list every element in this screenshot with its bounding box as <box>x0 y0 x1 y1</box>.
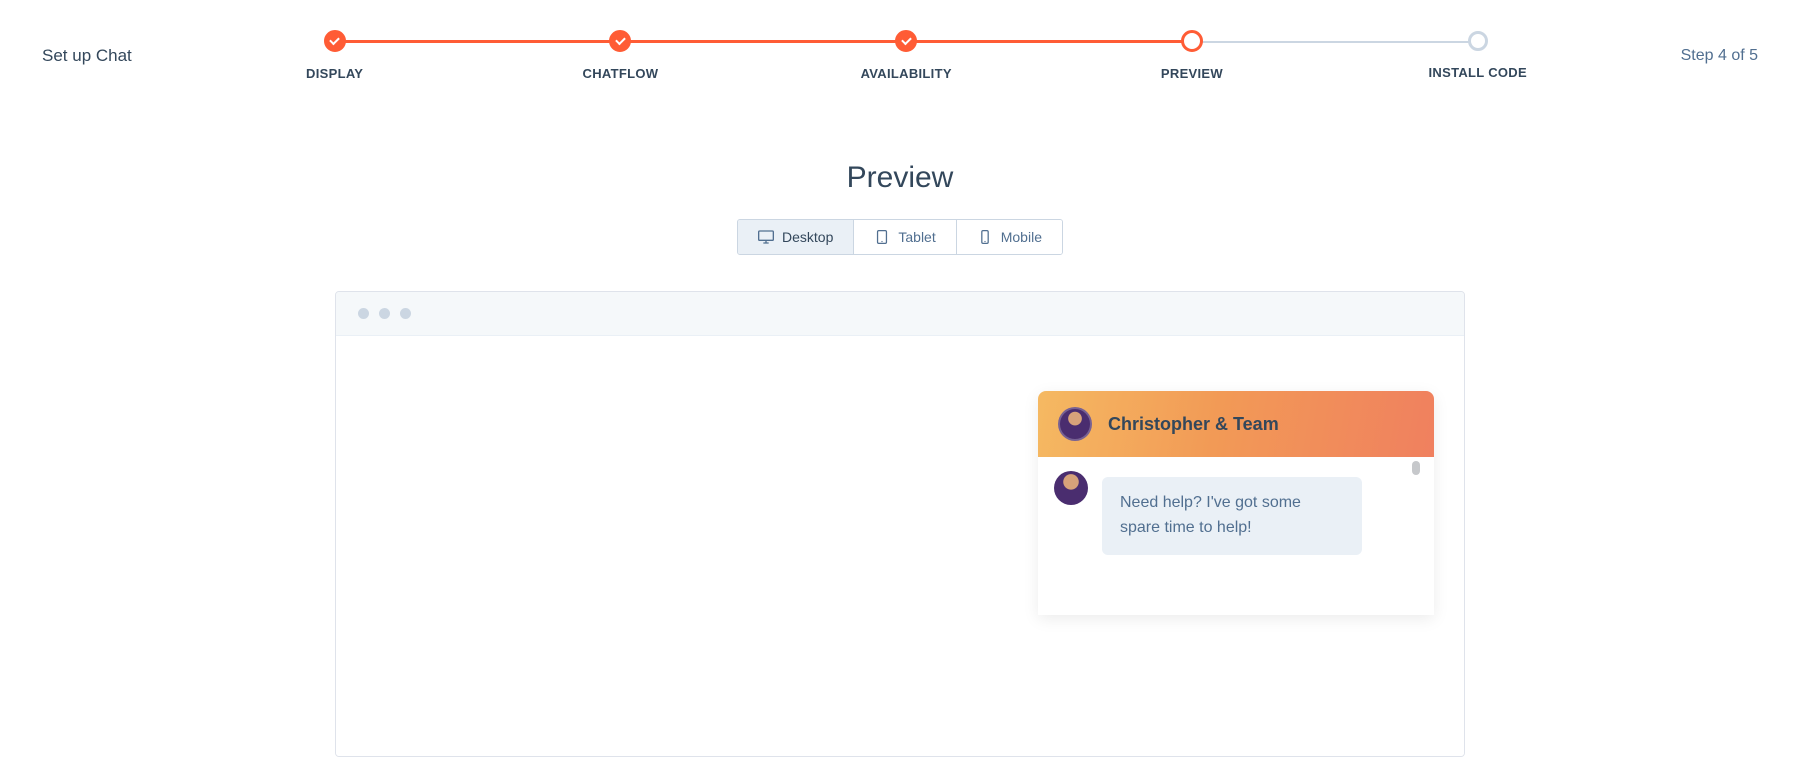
step-counter: Step 4 of 5 <box>1681 47 1758 65</box>
device-label: Tablet <box>898 229 935 245</box>
chat-message-row: Need help? I've got some spare time to h… <box>1054 471 1406 555</box>
chat-widget-header: Christopher & Team <box>1038 391 1434 457</box>
check-icon <box>324 30 346 52</box>
check-icon <box>609 30 631 52</box>
step-dot-future <box>1468 31 1488 51</box>
step-install-code[interactable]: INSTALL CODE <box>1335 31 1621 80</box>
browser-body: Christopher & Team Need help? I've got s… <box>336 336 1464 756</box>
browser-chrome <box>336 292 1464 336</box>
chat-message-bubble: Need help? I've got some spare time to h… <box>1102 477 1362 555</box>
avatar <box>1054 471 1088 505</box>
step-chatflow[interactable]: CHATFLOW <box>478 30 764 81</box>
header-bar: Set up Chat DISPLAY CHATFLOW AVAILABILIT… <box>0 0 1800 101</box>
window-dot-icon <box>358 308 369 319</box>
window-dot-icon <box>400 308 411 319</box>
step-label: INSTALL CODE <box>1429 65 1527 80</box>
chat-header-title: Christopher & Team <box>1108 414 1279 435</box>
browser-preview-frame: Christopher & Team Need help? I've got s… <box>335 291 1465 757</box>
window-dot-icon <box>379 308 390 319</box>
step-dot-current <box>1181 30 1203 52</box>
step-label: AVAILABILITY <box>861 66 952 81</box>
mobile-icon <box>977 230 993 244</box>
check-icon <box>895 30 917 52</box>
step-label: PREVIEW <box>1161 66 1223 81</box>
device-toggle-group: Desktop Tablet Mobile <box>737 219 1063 255</box>
step-availability[interactable]: AVAILABILITY <box>763 30 1049 81</box>
step-preview[interactable]: PREVIEW <box>1049 30 1335 81</box>
device-desktop-button[interactable]: Desktop <box>738 220 854 254</box>
step-display[interactable]: DISPLAY <box>192 30 478 81</box>
page-title: Set up Chat <box>42 46 132 66</box>
preview-section: Preview Desktop Tablet Mobile <box>0 161 1800 757</box>
scrollbar-thumb[interactable] <box>1412 461 1420 475</box>
avatar <box>1058 407 1092 441</box>
chat-widget-body: Need help? I've got some spare time to h… <box>1038 457 1434 615</box>
device-label: Desktop <box>782 229 833 245</box>
device-label: Mobile <box>1001 229 1042 245</box>
chat-widget: Christopher & Team Need help? I've got s… <box>1038 391 1434 615</box>
preview-title: Preview <box>847 161 954 195</box>
progress-stepper: DISPLAY CHATFLOW AVAILABILITY PREVIEW IN… <box>192 30 1621 81</box>
step-label: CHATFLOW <box>583 66 659 81</box>
device-tablet-button[interactable]: Tablet <box>854 220 956 254</box>
step-label: DISPLAY <box>306 66 363 81</box>
tablet-icon <box>874 230 890 244</box>
device-mobile-button[interactable]: Mobile <box>957 220 1062 254</box>
desktop-icon <box>758 230 774 244</box>
